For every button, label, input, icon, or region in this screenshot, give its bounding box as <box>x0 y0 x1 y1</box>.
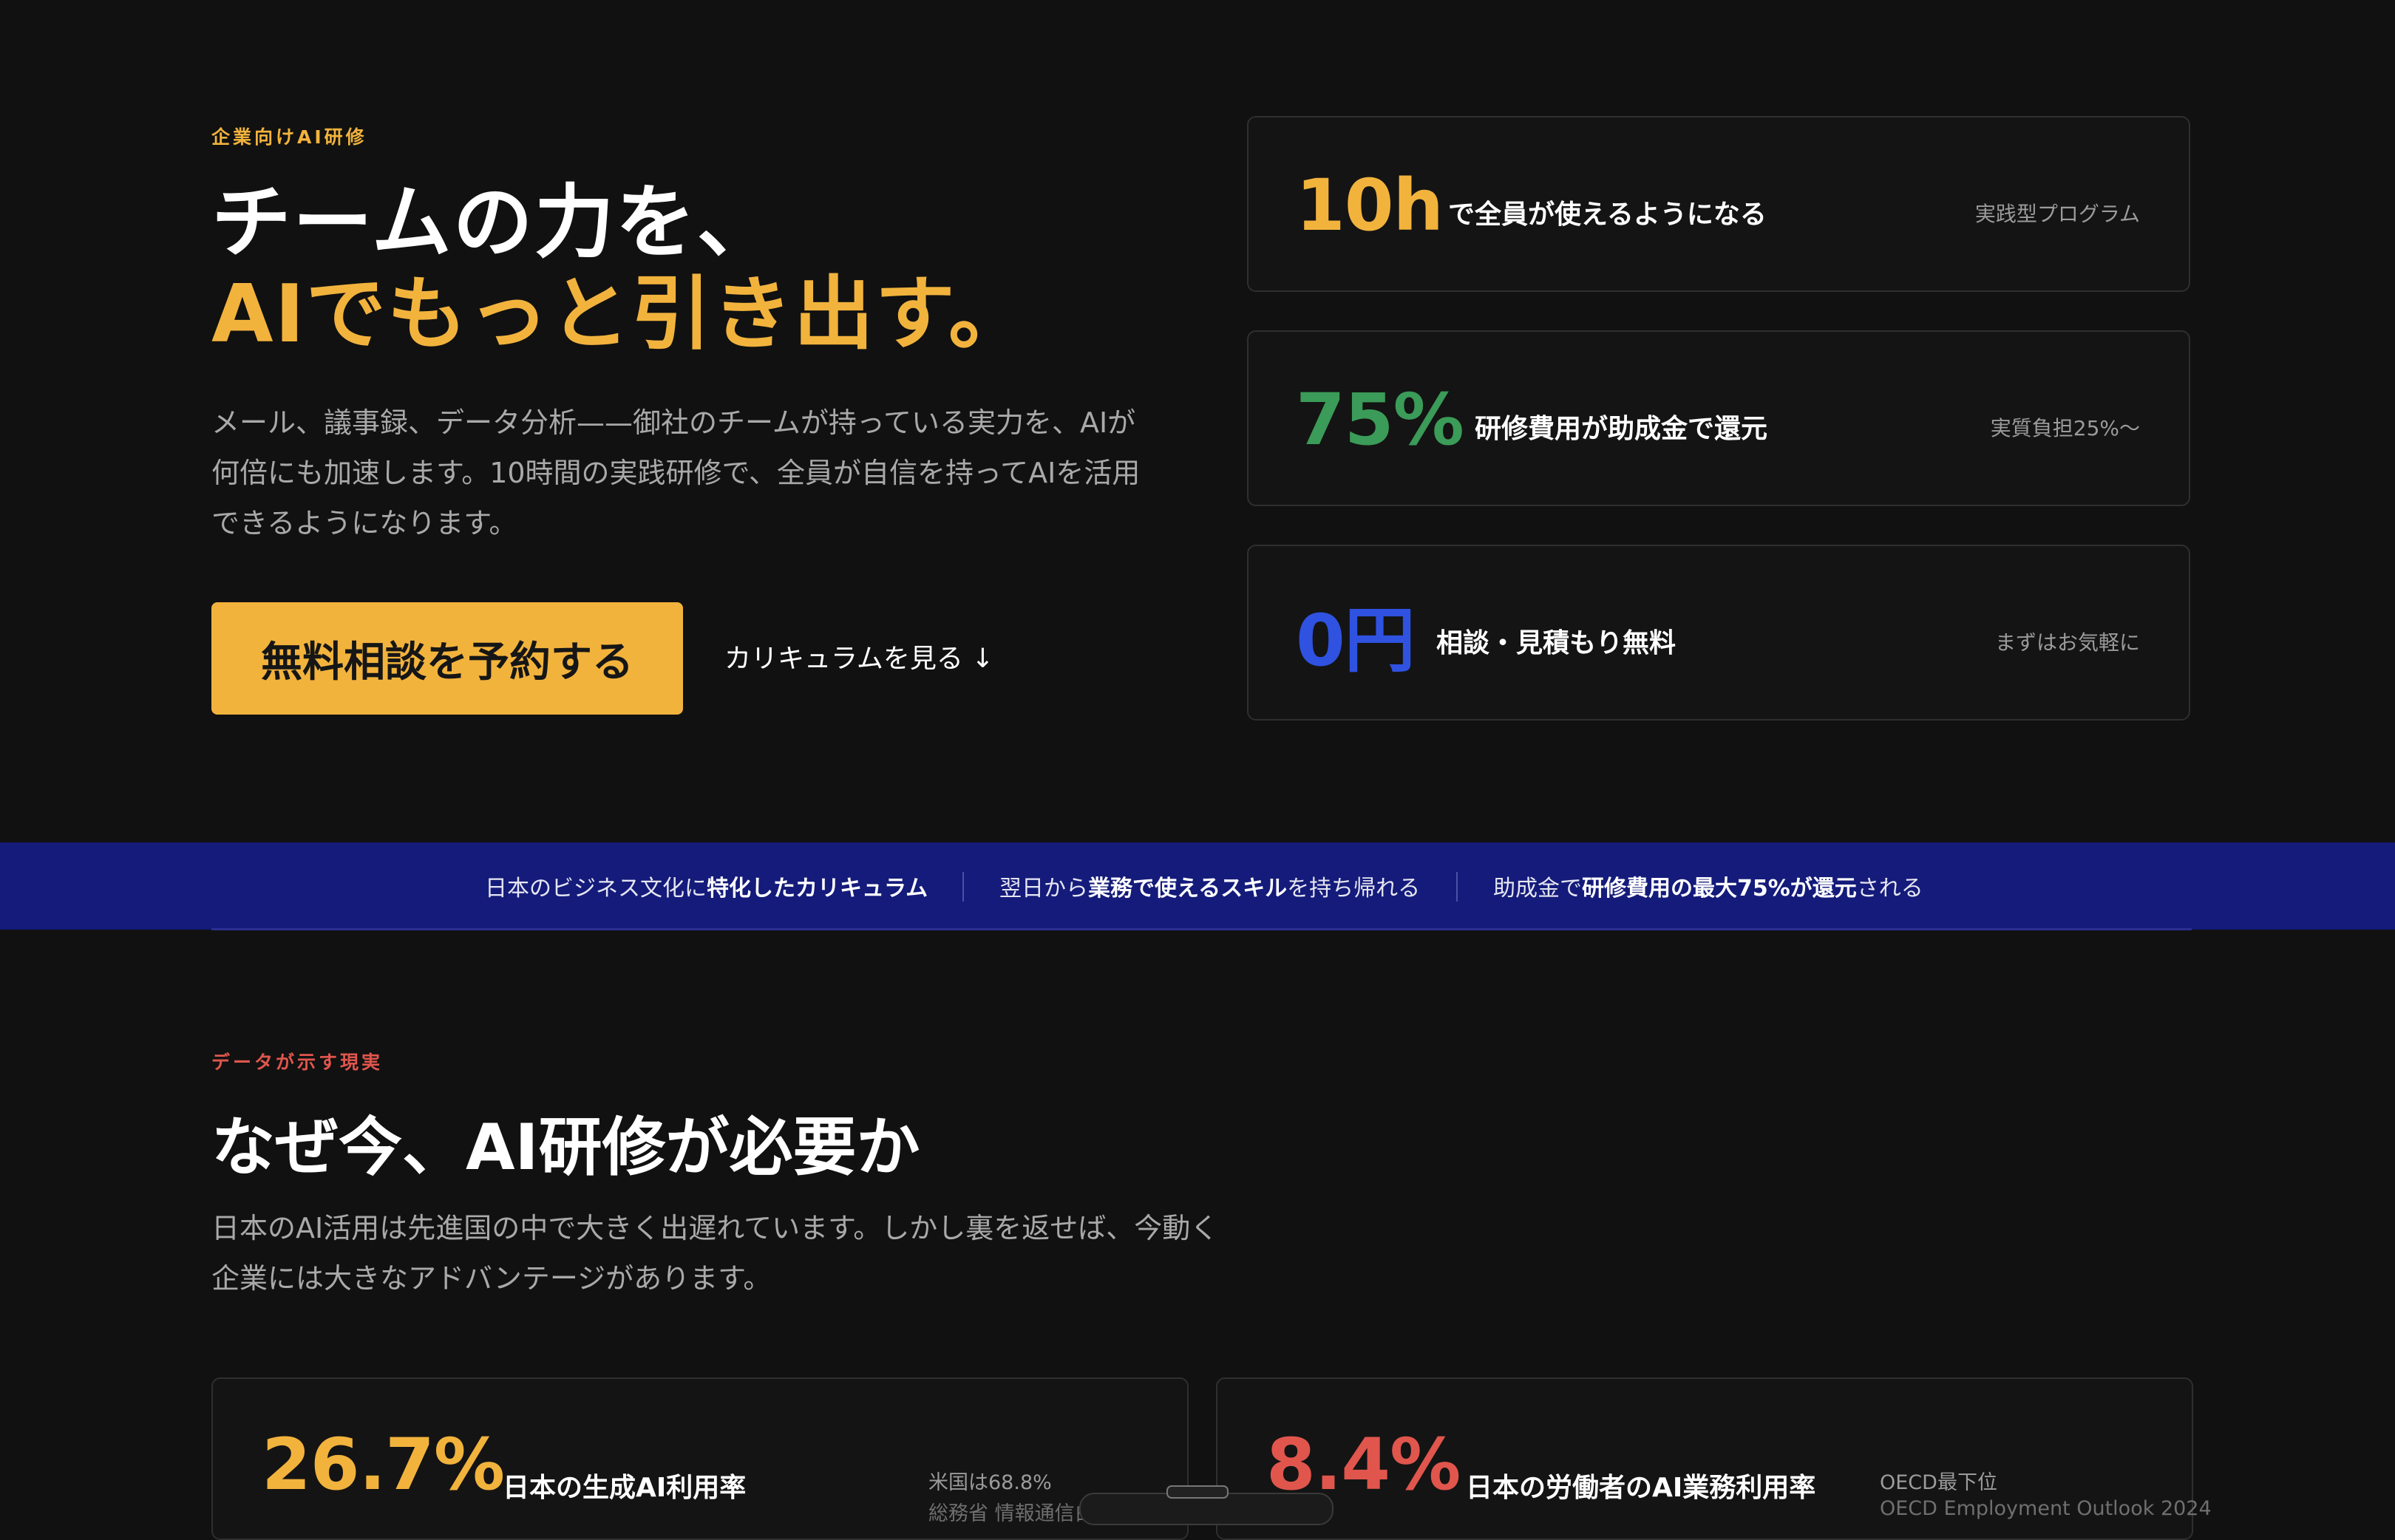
hero-eyebrow: 企業向けAI研修 <box>211 126 367 148</box>
stat-note: 実践型プログラム <box>1974 202 2140 226</box>
why-title: なぜ今、AI研修が必要か <box>211 1111 920 1185</box>
feature-band: 日本のビジネス文化に 特化したカリキュラム 翌日から 業務で使えるスキル を持ち帰れる… <box>0 842 2395 930</box>
data-card-note: OECD最下位 <box>1880 1471 1997 1494</box>
band-divider <box>1456 872 1458 902</box>
divider <box>211 928 2192 930</box>
why-lead: 日本のAI活用は先進国の中で大きく出遅れています。しかし裏を返せば、今動く企業に… <box>211 1212 1219 1295</box>
hero-title-line1: チームの力を、 <box>211 177 778 269</box>
stat-note: 実質負担25%〜 <box>1990 416 2140 440</box>
stat-value: 10h <box>1296 164 1444 247</box>
hero-lead: メール、議事録、データ分析——御社のチームが持っている実力を、AIが何倍にも加速… <box>211 406 1141 539</box>
stat-card-free: 0円 相談・見積もり無料 まずはお気軽に <box>1247 545 2190 720</box>
band-divider <box>962 872 964 902</box>
data-card-usage-rate: 26.7% 日本の生成AI利用率 米国は68.8% 総務省 情報通信白書 <box>211 1377 1189 1540</box>
book-consultation-button[interactable]: 無料相談を予約する <box>211 602 683 715</box>
data-card-note: 米国は68.8% <box>928 1471 1052 1494</box>
stat-value: 75% <box>1296 378 1464 461</box>
stat-card-hours: 10h で全員が使えるようになる 実践型プログラム <box>1247 116 2190 292</box>
stat-card-subsidy: 75% 研修費用が助成金で還元 実質負担25%〜 <box>1247 330 2190 506</box>
hero-title-line2: AIでもっと引き出す。 <box>211 268 1030 361</box>
band-item-subsidy: 助成金で 研修費用の最大75%が還元 される <box>1493 876 1923 902</box>
band-item-curriculum: 日本のビジネス文化に 特化したカリキュラム <box>485 876 928 902</box>
data-card-description: 日本の労働者のAI業務利用率 <box>1466 1473 1816 1503</box>
data-card-workplace-rate: 8.4% 日本の労働者のAI業務利用率 OECD最下位 OECD Employm… <box>1216 1377 2212 1540</box>
stat-description: 相談・見積もり無料 <box>1436 628 1676 658</box>
view-curriculum-link[interactable]: カリキュラムを見る ↓ <box>724 637 994 675</box>
data-card-value: 26.7% <box>262 1423 505 1506</box>
why-eyebrow: データが示す現実 <box>211 1052 384 1073</box>
stat-value: 0円 <box>1296 599 1416 682</box>
data-card-description: 日本の生成AI利用率 <box>503 1473 747 1503</box>
stat-description: で全員が使えるようになる <box>1448 200 1767 230</box>
stat-note: まずはお気軽に <box>1994 630 2140 655</box>
stat-description: 研修費用が助成金で還元 <box>1475 414 1768 444</box>
band-item-skills: 翌日から 業務で使えるスキル を持ち帰れる <box>999 876 1421 902</box>
drag-handle[interactable] <box>1166 1485 1229 1499</box>
